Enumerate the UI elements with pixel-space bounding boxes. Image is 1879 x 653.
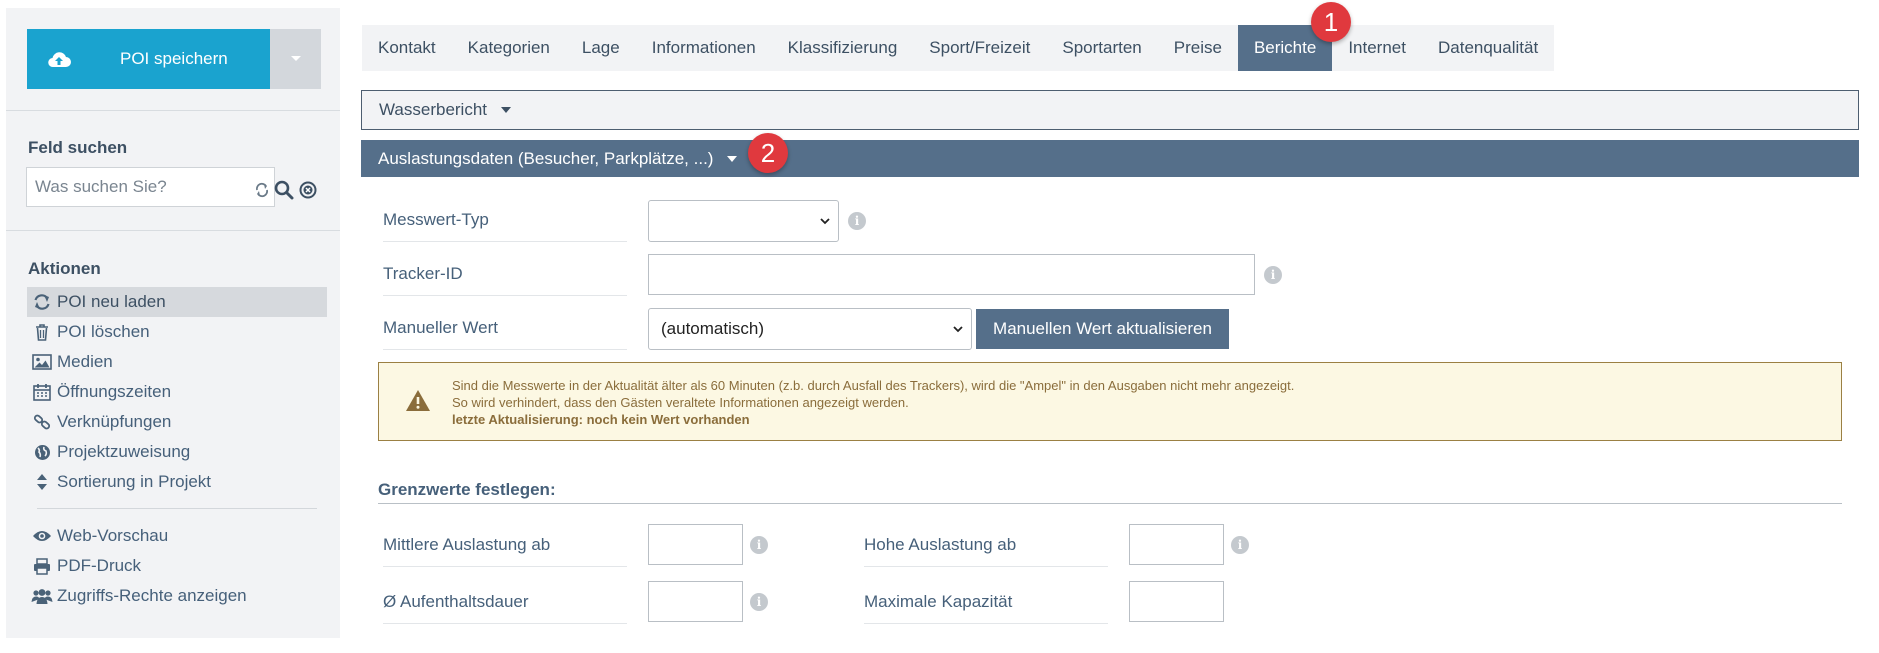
action-pdf-print[interactable]: PDF-Druck <box>27 551 327 581</box>
divider <box>37 508 317 509</box>
action-links[interactable]: Verknüpfungen <box>27 407 327 437</box>
update-manual-value-button[interactable]: Manuellen Wert aktualisieren <box>976 309 1229 349</box>
tab-lage[interactable]: Lage <box>566 25 636 71</box>
action-opening-hours[interactable]: Öffnungszeiten <box>27 377 327 407</box>
divider <box>6 110 340 111</box>
refresh-icon <box>31 293 53 311</box>
save-poi-label: POI speichern <box>120 49 228 68</box>
action-media[interactable]: Medien <box>27 347 327 377</box>
accordion-occupancy-label: Auslastungsdaten (Besucher, Parkplätze, … <box>378 148 714 168</box>
info-icon[interactable]: i <box>1264 266 1282 284</box>
tab-bar: Kontakt Kategorien Lage Informationen Kl… <box>362 25 1555 71</box>
divider <box>6 230 340 231</box>
action-web-preview[interactable]: Web-Vorschau <box>27 521 327 551</box>
warning-text: Sind die Messwerte in der Aktualität ält… <box>452 377 1294 428</box>
search-field-box <box>26 167 275 207</box>
sidebar: POI speichern Feld suchen Aktionen POI n… <box>6 8 340 638</box>
tracker-id-input[interactable] <box>648 254 1255 295</box>
eye-icon <box>31 527 53 545</box>
tab-datenqualitaet[interactable]: Datenqualität <box>1422 25 1554 71</box>
warning-line-1: Sind die Messwerte in der Aktualität ält… <box>452 378 1295 393</box>
tab-kontakt[interactable]: Kontakt <box>362 25 452 71</box>
caret-down-icon <box>727 155 738 162</box>
image-icon <box>31 353 53 371</box>
action-label: POI neu laden <box>57 292 166 311</box>
tracker-id-label: Tracker-ID <box>383 264 627 296</box>
action-label: Verknüpfungen <box>57 412 172 431</box>
info-icon[interactable]: i <box>848 212 866 230</box>
sort-icon <box>31 473 53 491</box>
medium-occupancy-label: Mittlere Auslastung ab <box>383 535 627 567</box>
step-badge-2: 2 <box>748 133 788 173</box>
action-sort-in-project[interactable]: Sortierung in Projekt <box>27 467 327 497</box>
save-poi-button[interactable]: POI speichern <box>27 29 270 89</box>
chevron-down-icon <box>820 217 830 225</box>
caret-down-icon <box>501 107 512 113</box>
warning-last-update: letzte Aktualisierung: noch kein Wert vo… <box>452 412 750 427</box>
measure-type-select[interactable] <box>648 200 839 242</box>
action-project-assignment[interactable]: Projektzuweisung <box>27 437 327 467</box>
action-label: Web-Vorschau <box>57 526 169 545</box>
action-label: Sortierung in Projekt <box>57 472 212 491</box>
accordion-occupancy-data[interactable]: Auslastungsdaten (Besucher, Parkplätze, … <box>361 140 1859 177</box>
info-icon[interactable]: i <box>1231 536 1249 554</box>
tab-kategorien[interactable]: Kategorien <box>452 25 566 71</box>
info-icon[interactable]: i <box>750 593 768 611</box>
refresh-small-icon[interactable] <box>255 182 269 198</box>
action-delete-poi[interactable]: POI löschen <box>27 317 327 347</box>
info-icon[interactable]: i <box>750 536 768 554</box>
cloud-upload-icon <box>47 50 73 68</box>
search-controls <box>255 180 317 200</box>
clear-search-icon[interactable] <box>299 181 317 199</box>
warning-alert: Sind die Messwerte in der Aktualität ält… <box>378 362 1842 441</box>
search-input[interactable] <box>27 177 274 197</box>
measure-type-label: Messwert-Typ <box>383 210 627 242</box>
search-heading: Feld suchen <box>28 138 128 157</box>
print-icon <box>31 557 53 575</box>
chevron-down-icon <box>953 325 963 333</box>
avg-duration-label: Ø Aufenthaltsdauer <box>383 592 627 624</box>
max-capacity-label: Maximale Kapazität <box>864 592 1108 624</box>
action-label: Zugriffs-Rechte anzeigen <box>57 586 247 605</box>
action-label: Projektzuweisung <box>57 442 191 461</box>
chevron-down-icon <box>290 55 302 63</box>
action-reload-poi[interactable]: POI neu laden <box>27 287 327 317</box>
save-options-dropdown[interactable] <box>270 29 321 89</box>
max-capacity-input[interactable] <box>1129 581 1224 622</box>
manual-value-label: Manueller Wert <box>383 318 627 350</box>
thresholds-heading: Grenzwerte festlegen: <box>378 480 556 499</box>
tab-klassifizierung[interactable]: Klassifizierung <box>772 25 914 71</box>
medium-occupancy-input[interactable] <box>648 524 743 565</box>
high-occupancy-input[interactable] <box>1129 524 1224 565</box>
divider <box>378 503 1842 504</box>
tab-sportarten[interactable]: Sportarten <box>1046 25 1157 71</box>
action-access-rights[interactable]: Zugriffs-Rechte anzeigen <box>27 581 327 611</box>
globe-icon <box>31 443 53 461</box>
action-label: Medien <box>57 352 113 371</box>
avg-duration-input[interactable] <box>648 581 743 622</box>
step-badge-1: 1 <box>1311 2 1351 42</box>
tab-informationen[interactable]: Informationen <box>636 25 772 71</box>
warning-line-2: So wird verhindert, dass den Gästen vera… <box>452 395 909 410</box>
save-button-group: POI speichern <box>27 29 321 89</box>
users-icon <box>31 587 53 605</box>
action-label: POI löschen <box>57 322 150 341</box>
warning-icon <box>405 389 431 412</box>
link-icon <box>31 413 53 431</box>
manual-value-select[interactable]: (automatisch) <box>648 308 972 350</box>
tab-preise[interactable]: Preise <box>1158 25 1238 71</box>
calendar-icon <box>31 383 53 401</box>
trash-icon <box>31 323 53 341</box>
search-icon[interactable] <box>274 180 294 200</box>
actions-heading: Aktionen <box>28 259 101 278</box>
action-label: PDF-Druck <box>57 556 142 575</box>
accordion-water-report-label: Wasserbericht <box>379 100 488 119</box>
tab-sport-freizeit[interactable]: Sport/Freizeit <box>913 25 1046 71</box>
accordion-water-report[interactable]: Wasserbericht <box>361 90 1859 130</box>
action-label: Öffnungszeiten <box>57 382 172 401</box>
high-occupancy-label: Hohe Auslastung ab <box>864 535 1108 567</box>
manual-value-current: (automatisch) <box>661 319 764 338</box>
actions-list: POI neu laden POI löschen Medien Öffnung… <box>27 287 327 611</box>
